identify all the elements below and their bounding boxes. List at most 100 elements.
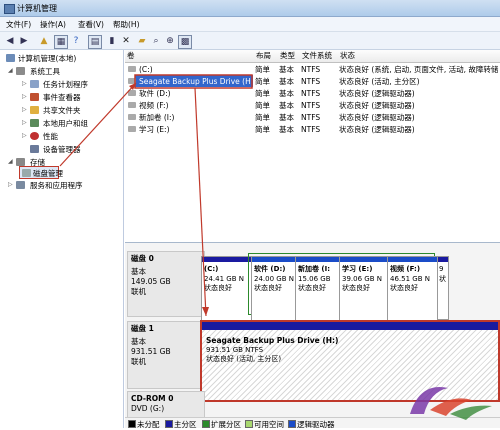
column-filesystem[interactable]: 文件系统: [300, 50, 341, 63]
logical-bar: [296, 257, 342, 262]
disk-0-name: 磁盘 0: [131, 254, 154, 263]
partition-status: 状态良好: [204, 284, 232, 292]
performance-icon: [30, 132, 39, 140]
disk-1-state: 联机: [131, 357, 146, 366]
connect-icon[interactable]: ▮: [106, 35, 118, 47]
partition-c[interactable]: (C:) 24.41 GB N 状态良好: [201, 256, 253, 322]
tree-shared-folders[interactable]: 共享文件夹: [43, 105, 81, 116]
partition-f[interactable]: 视频 (F:) 46.51 GB N 状态良好: [387, 256, 439, 322]
volume-layout: 简单: [255, 101, 270, 110]
expand-icon[interactable]: ▷: [8, 181, 13, 188]
delete-icon[interactable]: ✕: [120, 35, 132, 47]
legend-unallocated: 未分配: [137, 420, 160, 429]
volume-type: 基本: [279, 77, 294, 86]
column-status[interactable]: 状态: [338, 50, 500, 63]
up-folder-icon[interactable]: ▲: [38, 35, 50, 47]
expand-icon[interactable]: ▷: [22, 106, 27, 113]
primary-bar: [438, 257, 448, 262]
tree-task-scheduler[interactable]: 任务计划程序: [43, 79, 88, 90]
volume-type: 基本: [279, 125, 294, 134]
drive-icon: [128, 66, 136, 72]
settings-icon[interactable]: ▩: [178, 35, 192, 49]
zoom-icon[interactable]: ⊕: [164, 35, 176, 47]
expand-icon[interactable]: ▷: [22, 119, 27, 126]
partition-e[interactable]: 学习 (E:) 39.06 GB N 状态良好: [339, 256, 391, 322]
tree-root[interactable]: 计算机管理(本地): [18, 53, 76, 64]
drive-icon: [128, 90, 136, 96]
shared-folder-icon: [30, 106, 39, 114]
show-hide-tree-icon[interactable]: ▦: [54, 35, 68, 49]
partition-title: 学习 (E:): [342, 265, 373, 273]
window-title: 计算机管理: [17, 4, 57, 13]
menu-file[interactable]: 文件(F): [6, 19, 31, 30]
collapse-icon[interactable]: ◢: [8, 67, 13, 74]
partition-title: 软件 (D:): [254, 265, 286, 273]
partition-title: Seagate Backup Plus Drive (H:): [206, 336, 339, 345]
logical-bar: [252, 257, 298, 262]
partition-status: 状: [439, 274, 446, 283]
volume-fs: NTFS: [301, 77, 321, 86]
device-manager-icon: [30, 145, 39, 153]
partition-status: 状态良好: [390, 284, 418, 292]
volume-layout: 简单: [255, 89, 270, 98]
legend-logical: 逻辑驱动器: [297, 420, 335, 429]
disk-1-label[interactable]: 磁盘 1 基本 931.51 GB 联机: [127, 321, 205, 389]
primary-bar: [202, 322, 498, 330]
properties-icon[interactable]: ▤: [88, 35, 102, 49]
partition-i[interactable]: 新加卷 (I: 15.06 GB 状态良好: [295, 256, 343, 322]
logical-bar: [340, 257, 390, 262]
legend-swatch-logical: [288, 420, 296, 428]
column-layout[interactable]: 布局: [254, 50, 281, 63]
partition-status: 状态良好: [298, 284, 326, 292]
disk-0-label[interactable]: 磁盘 0 基本 149.05 GB 联机: [127, 251, 205, 317]
back-icon[interactable]: ◀: [4, 35, 16, 47]
expand-icon[interactable]: ▷: [22, 93, 27, 100]
volume-layout: 简单: [255, 113, 270, 122]
tree-services[interactable]: 服务和应用程序: [30, 180, 83, 191]
expand-icon[interactable]: ▷: [22, 132, 27, 139]
disk-0-type: 基本: [131, 267, 146, 276]
partition-d[interactable]: 软件 (D:) 24.00 GB N 状态良好: [251, 256, 299, 322]
menu-action[interactable]: 操作(A): [40, 19, 66, 30]
search-icon[interactable]: ⌕: [150, 35, 162, 47]
drive-icon: [128, 114, 136, 120]
event-viewer-icon: [30, 93, 39, 101]
forward-icon[interactable]: ▶: [18, 35, 30, 47]
volume-status: 状态良好 (系统, 启动, 页面文件, 活动, 故障转储: [339, 65, 499, 74]
partition-status: 状态良好: [342, 284, 370, 292]
partition-size: 39.06 GB N: [342, 274, 382, 283]
open-icon[interactable]: ▰: [136, 35, 148, 47]
volume-name: 新加卷 (I:): [139, 113, 175, 122]
partition-status: 状态良好 (活动, 主分区): [206, 355, 282, 363]
column-volume[interactable]: 卷: [125, 50, 257, 63]
cdrom-name: CD-ROM 0: [131, 394, 174, 403]
partition-title: 新加卷 (I:: [298, 265, 331, 273]
primary-bar: [202, 257, 252, 262]
menu-view[interactable]: 查看(V): [78, 19, 104, 30]
volume-name: 软件 (D:): [139, 89, 171, 98]
tree-disk-management[interactable]: 磁盘管理: [33, 168, 63, 179]
legend-primary: 主分区: [174, 420, 197, 429]
services-icon: [16, 181, 25, 189]
volume-list: 卷 布局 类型 文件系统 状态 (C:) 简单 基本 NTFS 状态良好 (系统…: [125, 50, 500, 240]
tree-system-tools[interactable]: 系统工具: [30, 66, 60, 77]
volume-status: 状态良好 (逻辑驱动器): [339, 101, 415, 110]
task-scheduler-icon: [30, 80, 39, 88]
partition-title: 视频 (F:): [390, 265, 421, 273]
expand-icon[interactable]: ▷: [22, 80, 27, 87]
cdrom-drive: DVD (G:): [131, 404, 165, 413]
tree-local-users[interactable]: 本地用户和组: [43, 118, 88, 129]
collapse-icon[interactable]: ◢: [8, 158, 13, 165]
menu-help[interactable]: 帮助(H): [113, 19, 140, 30]
volume-status: 状态良好 (活动, 主分区): [339, 77, 420, 86]
computer-icon: [6, 54, 15, 62]
partition-extra[interactable]: 9 状: [437, 256, 449, 320]
volume-fs: NTFS: [301, 113, 321, 122]
help-icon[interactable]: ?: [70, 35, 82, 47]
tree-performance[interactable]: 性能: [43, 131, 58, 142]
logical-bar: [388, 257, 438, 262]
tree-device-manager[interactable]: 设备管理器: [43, 144, 81, 155]
volume-name: (C:): [139, 65, 153, 74]
title-bar: 计算机管理: [0, 0, 500, 17]
tree-event-viewer[interactable]: 事件查看器: [43, 92, 81, 103]
